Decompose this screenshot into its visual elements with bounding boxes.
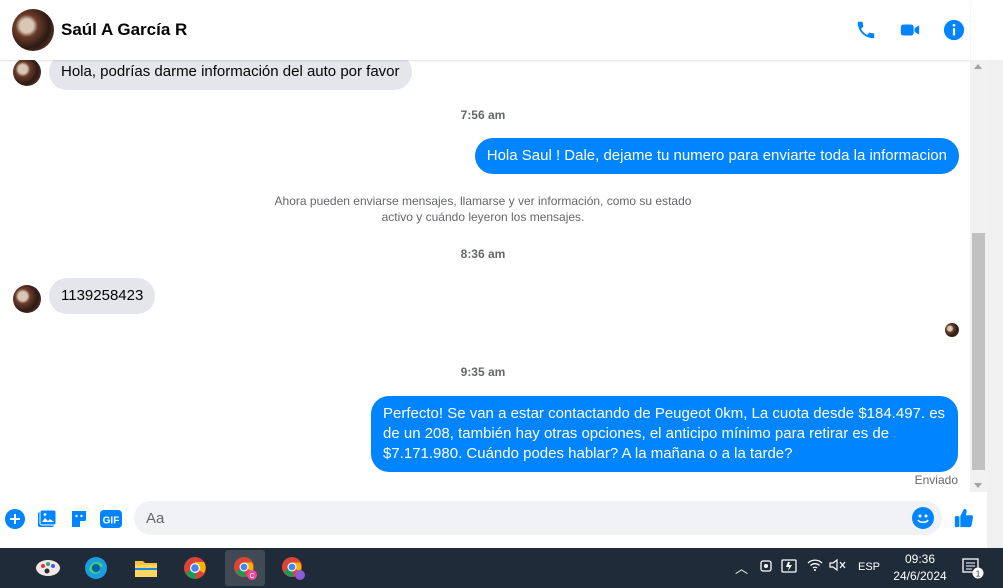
chrome-icon[interactable] [181, 554, 209, 582]
window-edge [987, 60, 1003, 548]
show-hidden-icons-chevron-icon[interactable]: ︿ [735, 558, 748, 577]
seen-indicator-avatar [945, 323, 959, 337]
outgoing-message[interactable]: Perfecto! Se van a estar contactando de … [371, 396, 958, 472]
chrome-profile-2-icon[interactable] [279, 554, 307, 582]
scrollbar[interactable] [970, 60, 987, 492]
system-notice: Ahora pueden enviarse mensajes, llamarse… [274, 194, 692, 224]
notifications-icon[interactable]: 1 [962, 557, 984, 582]
chrome-profile-icon[interactable]: C [225, 550, 265, 586]
meet-now-icon[interactable] [759, 558, 773, 577]
scroll-down-arrow-icon[interactable] [974, 483, 982, 488]
outgoing-message[interactable]: Hola Saul ! Dale, dejame tu numero para … [474, 138, 959, 174]
incoming-message[interactable]: 1139258423 [49, 278, 156, 314]
edge-icon[interactable] [82, 554, 110, 582]
notification-count: 1 [976, 568, 981, 578]
language-indicator[interactable]: ESP [858, 561, 880, 573]
file-explorer-icon[interactable] [132, 554, 160, 582]
windows-taskbar: C ︿ ESP 09:36 24/6/2024 1 [0, 548, 1003, 588]
scroll-up-arrow-icon[interactable] [974, 64, 982, 69]
info-icon[interactable] [941, 17, 967, 43]
paint-app-icon[interactable] [34, 554, 62, 582]
svg-text:C: C [249, 573, 254, 580]
timestamp: 9:35 am [460, 365, 506, 379]
timestamp: 7:56 am [460, 108, 506, 122]
volume-muted-icon[interactable] [829, 558, 847, 575]
contact-avatar[interactable] [12, 9, 54, 51]
system-clock[interactable]: 09:36 24/6/2024 [885, 551, 955, 585]
timestamp: 8:36 am [460, 247, 506, 261]
message-status: Enviado [914, 473, 958, 487]
scroll-thumb[interactable] [972, 233, 985, 470]
composer-bar: GIF Aa [0, 492, 987, 544]
clock-time: 09:36 [904, 552, 936, 566]
sticker-icon[interactable] [68, 508, 90, 530]
wifi-icon[interactable] [807, 558, 823, 575]
message-input-placeholder: Aa [146, 510, 165, 527]
gif-icon[interactable]: GIF [99, 508, 123, 530]
contact-name[interactable]: Saúl A García R [61, 20, 187, 40]
emoji-icon[interactable] [912, 507, 934, 529]
like-icon[interactable] [952, 506, 976, 530]
video-icon[interactable] [897, 17, 923, 43]
chat-header: Saúl A García R [0, 0, 970, 60]
contact-avatar-small [13, 60, 41, 86]
message-list[interactable]: Hola, podrías darme información del auto… [0, 60, 970, 492]
plus-icon[interactable] [4, 508, 26, 530]
incoming-message[interactable]: Hola, podrías darme información del auto… [49, 60, 412, 90]
message-input[interactable]: Aa [134, 501, 942, 535]
gif-label: GIF [103, 516, 120, 527]
clock-date: 24/6/2024 [893, 569, 947, 583]
phone-icon[interactable] [853, 17, 879, 43]
image-icon[interactable] [36, 508, 58, 530]
battery-icon[interactable] [781, 558, 799, 577]
contact-avatar-small [13, 285, 41, 313]
